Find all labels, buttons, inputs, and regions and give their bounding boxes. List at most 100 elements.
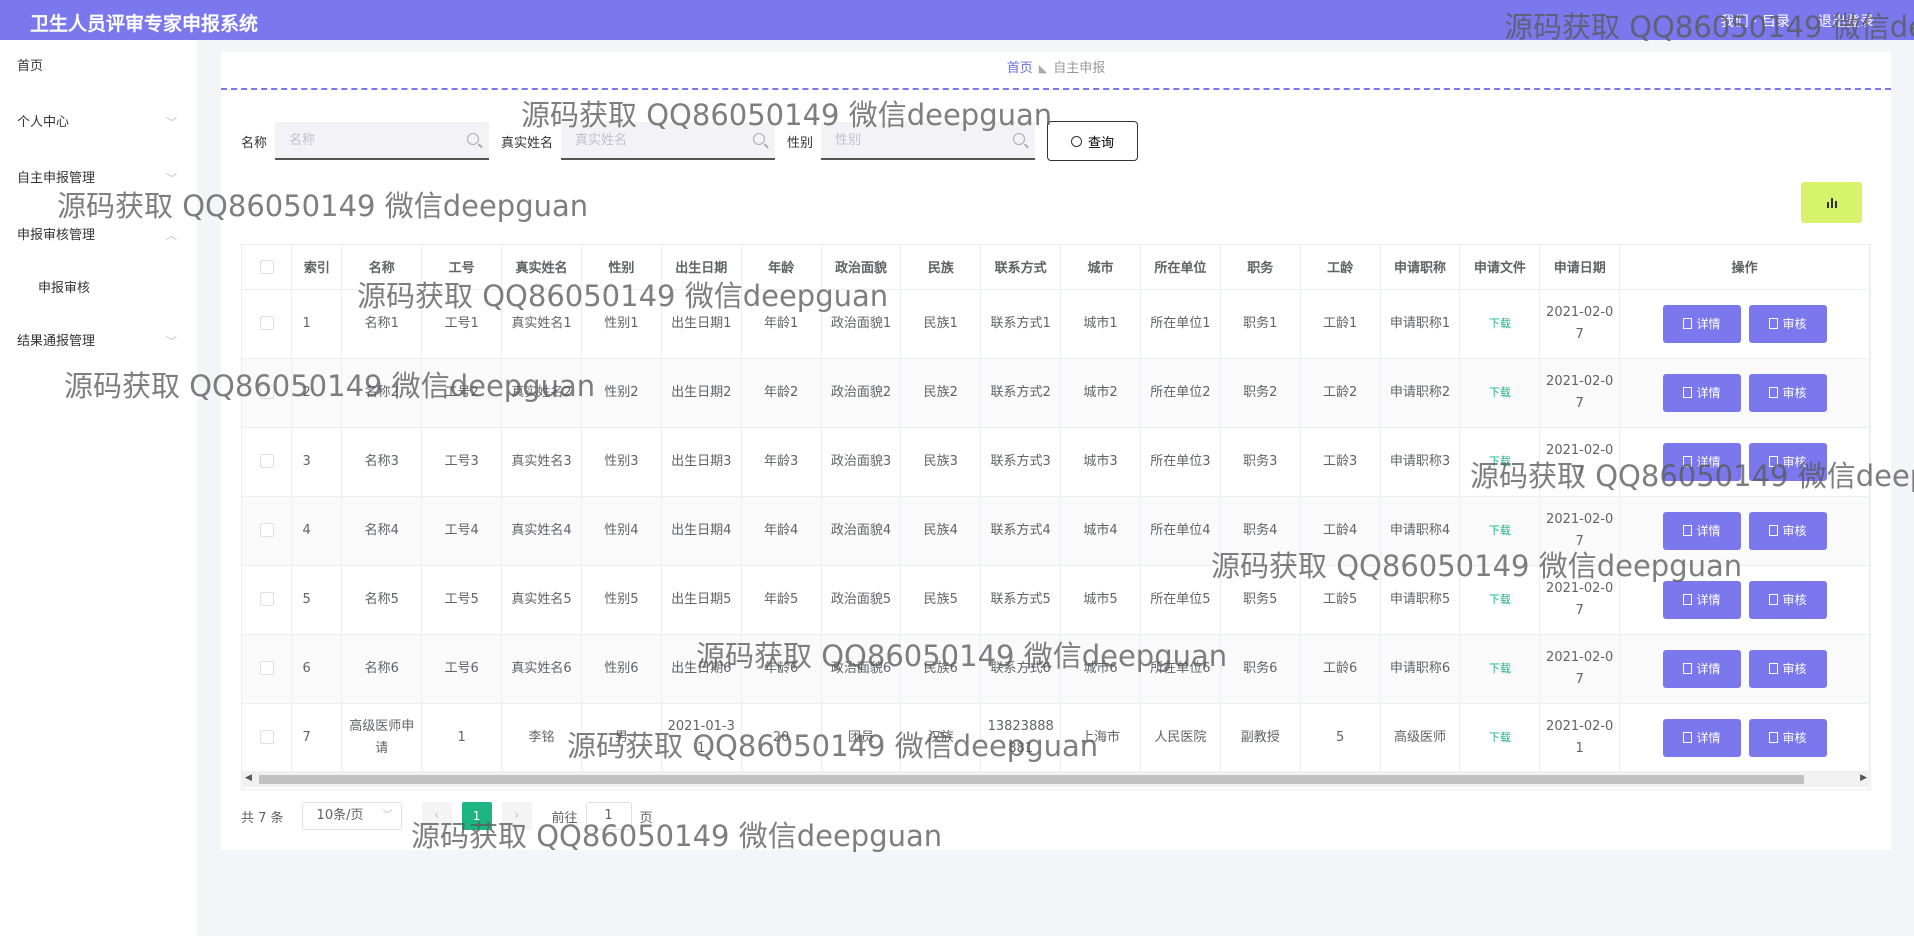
scrollbar-thumb[interactable] (259, 775, 1804, 784)
document-icon (1768, 525, 1778, 536)
review-button[interactable]: 审核 (1748, 580, 1827, 619)
row-checkbox[interactable] (259, 523, 274, 537)
realname-input[interactable] (561, 122, 742, 158)
top-link-catalog[interactable]: 我们 · 目录 (1721, 11, 1790, 31)
row-checkbox[interactable] (259, 661, 274, 675)
logout-link[interactable]: 退出登录 (1818, 11, 1874, 31)
download-link[interactable]: 下载 (1489, 731, 1511, 744)
table-cell: 工龄3 (1300, 427, 1381, 497)
row-checkbox[interactable] (259, 385, 274, 399)
column-header[interactable]: 工号 (421, 245, 503, 290)
top-bar: 卫生人员评审专家申报系统 我们 · 目录 退出登录 (0, 0, 1914, 40)
table-row[interactable]: 1 名称1 工号1 真实姓名1 性别1 出生日期1 年龄1 政治面貌1 民族1 联系方式1 城市1 所… (242, 289, 1870, 359)
column-header[interactable]: 职务 (1220, 245, 1301, 290)
download-link[interactable]: 下载 (1489, 662, 1511, 675)
query-button[interactable]: 查询 (1047, 121, 1139, 161)
download-link[interactable]: 下载 (1489, 386, 1511, 399)
select-all-checkbox[interactable] (259, 259, 274, 274)
table-cell: 所在单位2 (1140, 358, 1221, 428)
column-header[interactable]: 真实姓名 (501, 245, 582, 290)
column-header[interactable]: 年龄 (741, 245, 822, 290)
horizontal-scrollbar[interactable]: ◀ ▶ (241, 771, 1871, 787)
table-cell: 真实姓名3 (501, 427, 582, 497)
name-input[interactable] (275, 122, 456, 158)
page-number-button[interactable]: 1 (461, 802, 492, 830)
table-cell: 年龄5 (741, 565, 822, 635)
table-row[interactable]: 2 名称2 工号2 真实姓名2 性别2 出生日期2 年龄2 政治面貌2 民族2 联系方式2 城市2 所… (242, 358, 1870, 428)
query-button-label: 查询 (1088, 135, 1115, 151)
detail-button[interactable]: 详情 (1662, 304, 1741, 343)
column-header[interactable]: 所在单位 (1140, 245, 1221, 290)
table-cell: 下载 (1459, 496, 1541, 566)
chart-button[interactable] (1801, 182, 1862, 223)
detail-button-label: 详情 (1696, 661, 1721, 676)
sidebar-item-result-notice[interactable]: 结果通报管理 ﹀ (0, 327, 197, 357)
row-checkbox[interactable] (259, 730, 274, 744)
column-header[interactable]: 政治面貌 (821, 245, 902, 290)
table-cell: 工号2 (421, 358, 503, 428)
review-button[interactable]: 审核 (1748, 718, 1827, 757)
detail-button[interactable]: 详情 (1662, 718, 1741, 757)
detail-button[interactable]: 详情 (1662, 649, 1741, 688)
row-checkbox[interactable] (259, 592, 274, 606)
sidebar-item-personal-center[interactable]: 个人中心 ﹀ (0, 108, 197, 138)
table-cell: 联系方式2 (980, 358, 1062, 428)
download-link[interactable]: 下载 (1489, 524, 1511, 537)
table-row[interactable]: 7 高级医师申请 1 李铭男 2021-01-31 20 团员 汉族 13823888881 上海… (242, 703, 1870, 773)
table-row[interactable]: 3 名称3 工号3 真实姓名3 性别3 出生日期3 年龄3 政治面貌3 民族3 联系方式3 城市3 所… (242, 427, 1870, 497)
gender-input[interactable] (821, 122, 1002, 158)
actions-cell: 详情 审核 (1619, 703, 1870, 773)
table-cell: 下载 (1459, 565, 1541, 635)
detail-button[interactable]: 详情 (1662, 580, 1741, 619)
table-cell: 2021-01-31 (661, 703, 742, 773)
review-button[interactable]: 审核 (1748, 442, 1827, 481)
detail-button[interactable]: 详情 (1662, 373, 1741, 412)
bar-chart-icon (1834, 201, 1837, 208)
sidebar-item-review[interactable]: 申报审核 (0, 274, 197, 304)
column-header[interactable]: 联系方式 (980, 245, 1062, 290)
column-header[interactable]: 工龄 (1300, 245, 1381, 290)
document-icon (1682, 663, 1692, 674)
page-size-select[interactable]: 10条/页 ﹀ (301, 802, 402, 830)
table-row[interactable]: 4 名称4 工号4 真实姓名4 性别4 出生日期4 年龄4 政治面貌4 民族4 联系方式4 城市4 所… (242, 496, 1870, 566)
sidebar-item-self-report[interactable]: 自主申报管理 ﹀ (0, 164, 197, 194)
column-header[interactable]: 民族 (900, 245, 982, 290)
column-header[interactable]: 索引 (291, 245, 343, 290)
column-header[interactable]: 申请职称 (1380, 245, 1461, 290)
sidebar: 首页 个人中心 ﹀ 自主申报管理 ﹀ 申报审核管理 ︿ 申报审核 结果通报管理 ﹀ (0, 40, 197, 936)
column-header[interactable]: 申请日期 (1539, 245, 1621, 290)
scroll-right-icon[interactable]: ▶ (1860, 773, 1867, 783)
sidebar-item-label: 申报审核管理 (17, 228, 96, 243)
breadcrumb-separator-icon: ◣ (1038, 62, 1048, 75)
row-checkbox[interactable] (259, 316, 274, 330)
download-link[interactable]: 下载 (1489, 593, 1511, 606)
review-button[interactable]: 审核 (1748, 373, 1827, 412)
breadcrumb-home[interactable]: 首页 (1007, 61, 1033, 76)
row-checkbox[interactable] (259, 454, 274, 468)
table-cell: 真实姓名2 (501, 358, 582, 428)
detail-button[interactable]: 详情 (1662, 511, 1741, 550)
download-link[interactable]: 下载 (1489, 455, 1511, 468)
table-row[interactable]: 5 名称5 工号5 真实姓名5 性别5 出生日期5 年龄5 政治面貌5 民族5 联系方式5 城市5 所… (242, 565, 1870, 635)
review-button[interactable]: 审核 (1748, 649, 1827, 688)
review-button[interactable]: 审核 (1748, 511, 1827, 550)
table-row[interactable]: 6 名称6 工号6 真实姓名6 性别6 出生日期6 年龄6 政治面貌6 民族6 联系方式6 城市6 所… (242, 634, 1870, 704)
column-header[interactable]: 城市 (1060, 245, 1141, 290)
column-header[interactable]: 名称 (341, 245, 423, 290)
column-header[interactable]: 申请文件 (1459, 245, 1541, 290)
detail-button[interactable]: 详情 (1662, 442, 1741, 481)
table-cell: 出生日期3 (661, 427, 742, 497)
download-link[interactable]: 下载 (1489, 317, 1511, 330)
table-cell: 2021-02-07 (1539, 634, 1621, 704)
table-cell: 政治面貌3 (821, 427, 902, 497)
sidebar-item-review-management[interactable]: 申报审核管理 ︿ (0, 221, 197, 251)
next-page-button[interactable]: › (501, 802, 532, 830)
column-header[interactable]: 性别 (581, 245, 662, 290)
review-button[interactable]: 审核 (1748, 304, 1827, 343)
table-cell: 13823888881 (980, 703, 1062, 773)
goto-page-input[interactable]: 1 (585, 802, 632, 830)
sidebar-item-home[interactable]: 首页 (0, 52, 197, 82)
prev-page-button[interactable]: ‹ (421, 802, 452, 830)
column-header[interactable]: 出生日期 (661, 245, 742, 290)
scroll-left-icon[interactable]: ◀ (245, 773, 252, 783)
